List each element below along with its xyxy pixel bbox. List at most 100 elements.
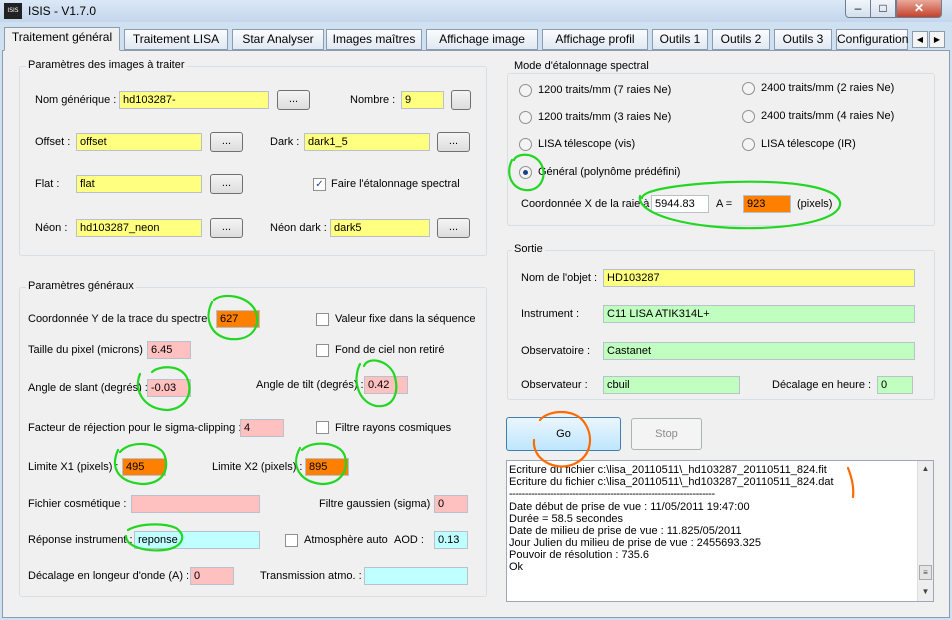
- tab-star-analyser[interactable]: Star Analyser: [232, 29, 324, 50]
- cosmiques-checkbox[interactable]: [316, 421, 329, 434]
- pixel-position-field[interactable]: 923: [743, 195, 791, 213]
- radio-lisa-vis[interactable]: [519, 138, 532, 151]
- neon-field[interactable]: hd103287_neon: [76, 219, 202, 237]
- tab-outils-1[interactable]: Outils 1: [652, 29, 708, 50]
- coordx-field[interactable]: 5944.83: [651, 195, 709, 213]
- scroll-up-icon[interactable]: ▲: [919, 462, 932, 476]
- x2-field[interactable]: 895: [305, 458, 349, 476]
- aod-label: AOD :: [394, 534, 424, 546]
- browse-offset-button[interactable]: ...: [210, 132, 243, 152]
- coordy-label: Coordonnée Y de la trace du spectre: [28, 313, 208, 325]
- gaussien-field[interactable]: 0: [434, 495, 468, 513]
- log-line: Jour Julien du milieu de prise de vue : …: [509, 537, 761, 549]
- tab-affichage-image[interactable]: Affichage image: [426, 29, 538, 50]
- a-equals-label: A =: [716, 198, 733, 210]
- log-lines: Ecriture du fichier c:\lisa_20110511\_hd…: [509, 464, 917, 573]
- decalage-heure-label: Décalage en heure :: [772, 379, 872, 391]
- nombre-button[interactable]: [451, 90, 471, 110]
- tab-traitement-general[interactable]: Traitement général: [4, 27, 120, 51]
- decalage-onde-field[interactable]: 0: [190, 567, 234, 585]
- rejection-field[interactable]: 4: [240, 419, 284, 437]
- nombre-field[interactable]: 9: [401, 91, 444, 109]
- tilt-field[interactable]: 0.42: [364, 376, 408, 394]
- nom-generique-field[interactable]: hd103287-: [119, 91, 269, 109]
- observatoire-field[interactable]: Castanet: [603, 342, 915, 360]
- go-button[interactable]: Go: [506, 417, 621, 451]
- observateur-label: Observateur :: [521, 379, 588, 391]
- maximize-button[interactable]: □: [870, 0, 896, 18]
- general-group-title: Paramètres généraux: [26, 280, 136, 292]
- log-line: Durée = 58.5 secondes: [509, 513, 624, 525]
- browse-neon-dark-button[interactable]: ...: [437, 218, 470, 238]
- log-scrollbar[interactable]: ▲ ≡ ▼: [917, 461, 933, 601]
- offset-field[interactable]: offset: [76, 133, 202, 151]
- option-2400-4-label: 2400 traits/mm (4 raies Ne): [761, 110, 895, 122]
- dark-field[interactable]: dark1_5: [304, 133, 430, 151]
- tab-outils-2[interactable]: Outils 2: [712, 29, 770, 50]
- gaussien-label: Filtre gaussien (sigma) :: [319, 498, 437, 510]
- radio-lisa-ir[interactable]: [742, 138, 755, 151]
- option-1200-3-label: 1200 traits/mm (3 raies Ne): [538, 111, 672, 123]
- close-button[interactable]: ✕: [896, 0, 942, 18]
- aod-field[interactable]: 0.13: [434, 531, 468, 549]
- cosmetique-field[interactable]: [131, 495, 260, 513]
- decalage-onde-label: Décalage en longeur d'onde (A) :: [28, 570, 190, 582]
- neon-dark-label: Néon dark :: [270, 222, 327, 234]
- tab-scroll-right-icon[interactable]: ▶: [929, 31, 945, 48]
- coordy-field[interactable]: 627: [216, 310, 260, 328]
- tab-scroll-left-icon[interactable]: ◀: [912, 31, 928, 48]
- isis-icon: ISIS: [4, 3, 22, 19]
- rejection-label: Facteur de réjection pour le sigma-clipp…: [28, 422, 242, 434]
- browse-dark-button[interactable]: ...: [437, 132, 470, 152]
- log-line: Date de milieu de prise de vue : 11.825/…: [509, 525, 742, 537]
- scroll-down-icon[interactable]: ▼: [919, 585, 932, 599]
- x2-label: Limite X2 (pixels) :: [212, 461, 303, 473]
- cosmetique-label: Fichier cosmétique :: [28, 498, 127, 510]
- scroll-thumb[interactable]: ≡: [919, 565, 932, 580]
- cosmiques-label: Filtre rayons cosmiques: [335, 422, 452, 434]
- radio-1200-7[interactable]: [519, 84, 532, 97]
- neon-dark-field[interactable]: dark5: [330, 219, 430, 237]
- tab-images-maitres[interactable]: Images maîtres: [326, 29, 422, 50]
- radio-1200-3[interactable]: [519, 111, 532, 124]
- objet-field[interactable]: HD103287: [603, 269, 915, 287]
- minimize-button[interactable]: –: [845, 0, 871, 18]
- pixel-size-field[interactable]: 6.45: [147, 341, 191, 359]
- images-group-title: Paramètres des images à traiter: [26, 59, 187, 71]
- fond-ciel-checkbox[interactable]: [316, 344, 329, 357]
- radio-general-polynome[interactable]: [519, 166, 532, 179]
- option-2400-2-label: 2400 traits/mm (2 raies Ne): [761, 82, 895, 94]
- tab-configuration[interactable]: Configuration: [836, 29, 908, 50]
- coordx-label: Coordonnée X de la raie à: [521, 198, 650, 210]
- atmosphere-checkbox[interactable]: [285, 534, 298, 547]
- log-line: Ecriture du fichier c:\lisa_20110511\_hd…: [509, 476, 834, 488]
- option-general-label: Général (polynôme prédéfini): [538, 166, 681, 178]
- stop-button[interactable]: Stop: [631, 418, 702, 450]
- decalage-heure-field[interactable]: 0: [877, 376, 913, 394]
- tab-outils-3[interactable]: Outils 3: [774, 29, 832, 50]
- log-output[interactable]: Ecriture du fichier c:\lisa_20110511\_hd…: [506, 460, 934, 602]
- browse-nom-button[interactable]: ...: [277, 90, 310, 110]
- transmission-field[interactable]: [364, 567, 468, 585]
- reponse-label: Réponse instrument :: [28, 534, 133, 546]
- instrument-field[interactable]: C11 LISA ATIK314L+: [603, 305, 915, 323]
- flat-field[interactable]: flat: [76, 175, 202, 193]
- instrument-label: Instrument :: [521, 308, 580, 320]
- slant-field[interactable]: -0.03: [147, 379, 191, 397]
- observateur-field[interactable]: cbuil: [603, 376, 740, 394]
- valeur-fixe-label: Valeur fixe dans la séquence: [335, 313, 476, 325]
- tab-affichage-profil[interactable]: Affichage profil: [542, 29, 648, 50]
- x1-field[interactable]: 495: [122, 458, 166, 476]
- etalonnage-checkbox[interactable]: ✓: [313, 178, 326, 191]
- pixel-size-label: Taille du pixel (microns) :: [28, 344, 150, 356]
- browse-neon-button[interactable]: ...: [210, 218, 243, 238]
- radio-2400-4[interactable]: [742, 110, 755, 123]
- radio-2400-2[interactable]: [742, 82, 755, 95]
- tab-traitement-lisa[interactable]: Traitement LISA: [124, 29, 228, 50]
- valeur-fixe-checkbox[interactable]: [316, 313, 329, 326]
- atmosphere-label: Atmosphère auto: [304, 534, 388, 546]
- pixels-unit-label: (pixels): [797, 198, 833, 210]
- browse-flat-button[interactable]: ...: [210, 174, 243, 194]
- reponse-field[interactable]: reponse: [134, 531, 260, 549]
- option-lisa-vis-label: LISA télescope (vis): [538, 138, 636, 150]
